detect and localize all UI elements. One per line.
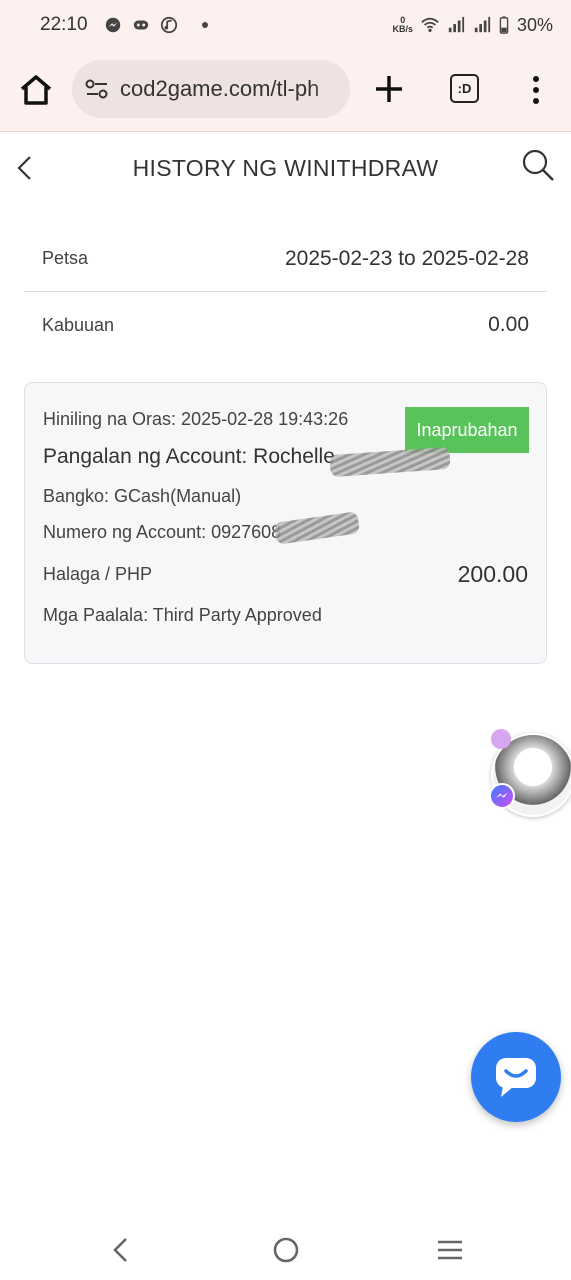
signal-icon <box>448 16 465 33</box>
search-icon[interactable] <box>520 147 556 183</box>
music-notification-icon <box>160 16 177 34</box>
total-value: 0.00 <box>488 313 529 336</box>
date-range-row[interactable]: Petsa 2025-02-23 to 2025-02-28 <box>24 226 547 292</box>
messenger-icon <box>489 783 515 809</box>
net-speed-unit: KB/s <box>392 24 413 34</box>
home-icon[interactable] <box>18 72 54 108</box>
redaction-scribble <box>329 446 451 478</box>
url-text: cod2game.com/tl-ph <box>120 76 320 101</box>
request-time: Hiniling na Oras: 2025-02-28 19:43:26 <box>43 409 349 429</box>
signal-icon-2 <box>474 16 491 33</box>
address-bar[interactable]: cod2game.com/tl-ph <box>72 60 350 118</box>
date-label: Petsa <box>42 248 89 268</box>
more-notifications-dot <box>201 22 208 28</box>
url-fade <box>310 60 350 118</box>
messenger-notification-icon <box>105 17 120 33</box>
presence-dot <box>491 729 511 749</box>
bank-name: Bangko: GCash(Manual) <box>43 486 242 506</box>
date-value: 2025-02-23 to 2025-02-28 <box>284 246 529 270</box>
notes: Mga Paalala: Third Party Approved <box>43 605 322 625</box>
nav-recents-icon[interactable] <box>436 1238 464 1262</box>
network-speed: 0 KB/s <box>392 16 413 34</box>
back-chevron-icon[interactable] <box>12 153 38 183</box>
account-number: Numero ng Account: 0927608 <box>43 522 282 542</box>
account-name: Pangalan ng Account: Rochelle <box>43 445 335 468</box>
new-tab-plus-icon[interactable] <box>372 72 406 106</box>
nav-back-icon[interactable] <box>108 1236 134 1264</box>
redaction-scribble <box>273 511 361 545</box>
browser-toolbar: cod2game.com/tl-ph :D <box>0 50 571 132</box>
site-settings-icon[interactable] <box>84 76 110 102</box>
total-row: Kabuuan 0.00 <box>24 292 547 358</box>
chat-bubble-icon <box>496 1058 536 1097</box>
game-notification-icon <box>133 20 148 30</box>
status-bar: 22:10 0 KB/s 30% <box>0 0 571 50</box>
tab-switcher-button[interactable]: :D <box>450 74 479 103</box>
system-nav-bar <box>0 1220 571 1280</box>
live-chat-button[interactable] <box>471 1032 561 1122</box>
withdraw-record-card: Hiniling na Oras: 2025-02-28 19:43:26 In… <box>24 382 547 664</box>
status-badge: Inaprubahan <box>405 407 529 453</box>
withdraw-summary: Petsa 2025-02-23 to 2025-02-28 Kabuuan 0… <box>24 226 547 358</box>
floating-chat-head[interactable] <box>489 727 571 825</box>
page-header: HISTORY NG WINITHDRAW <box>0 133 571 203</box>
wifi-icon <box>421 17 439 33</box>
status-time: 22:10 <box>40 14 88 35</box>
battery-icon <box>499 16 509 34</box>
battery-percent: 30% <box>516 14 553 35</box>
total-label: Kabuuan <box>42 314 115 335</box>
amount-label: Halaga / PHP <box>43 564 153 584</box>
more-vert-icon[interactable] <box>526 74 546 106</box>
nav-home-icon[interactable] <box>272 1236 300 1264</box>
amount-value: 200.00 <box>457 561 528 587</box>
page-title: HISTORY NG WINITHDRAW <box>132 154 439 181</box>
